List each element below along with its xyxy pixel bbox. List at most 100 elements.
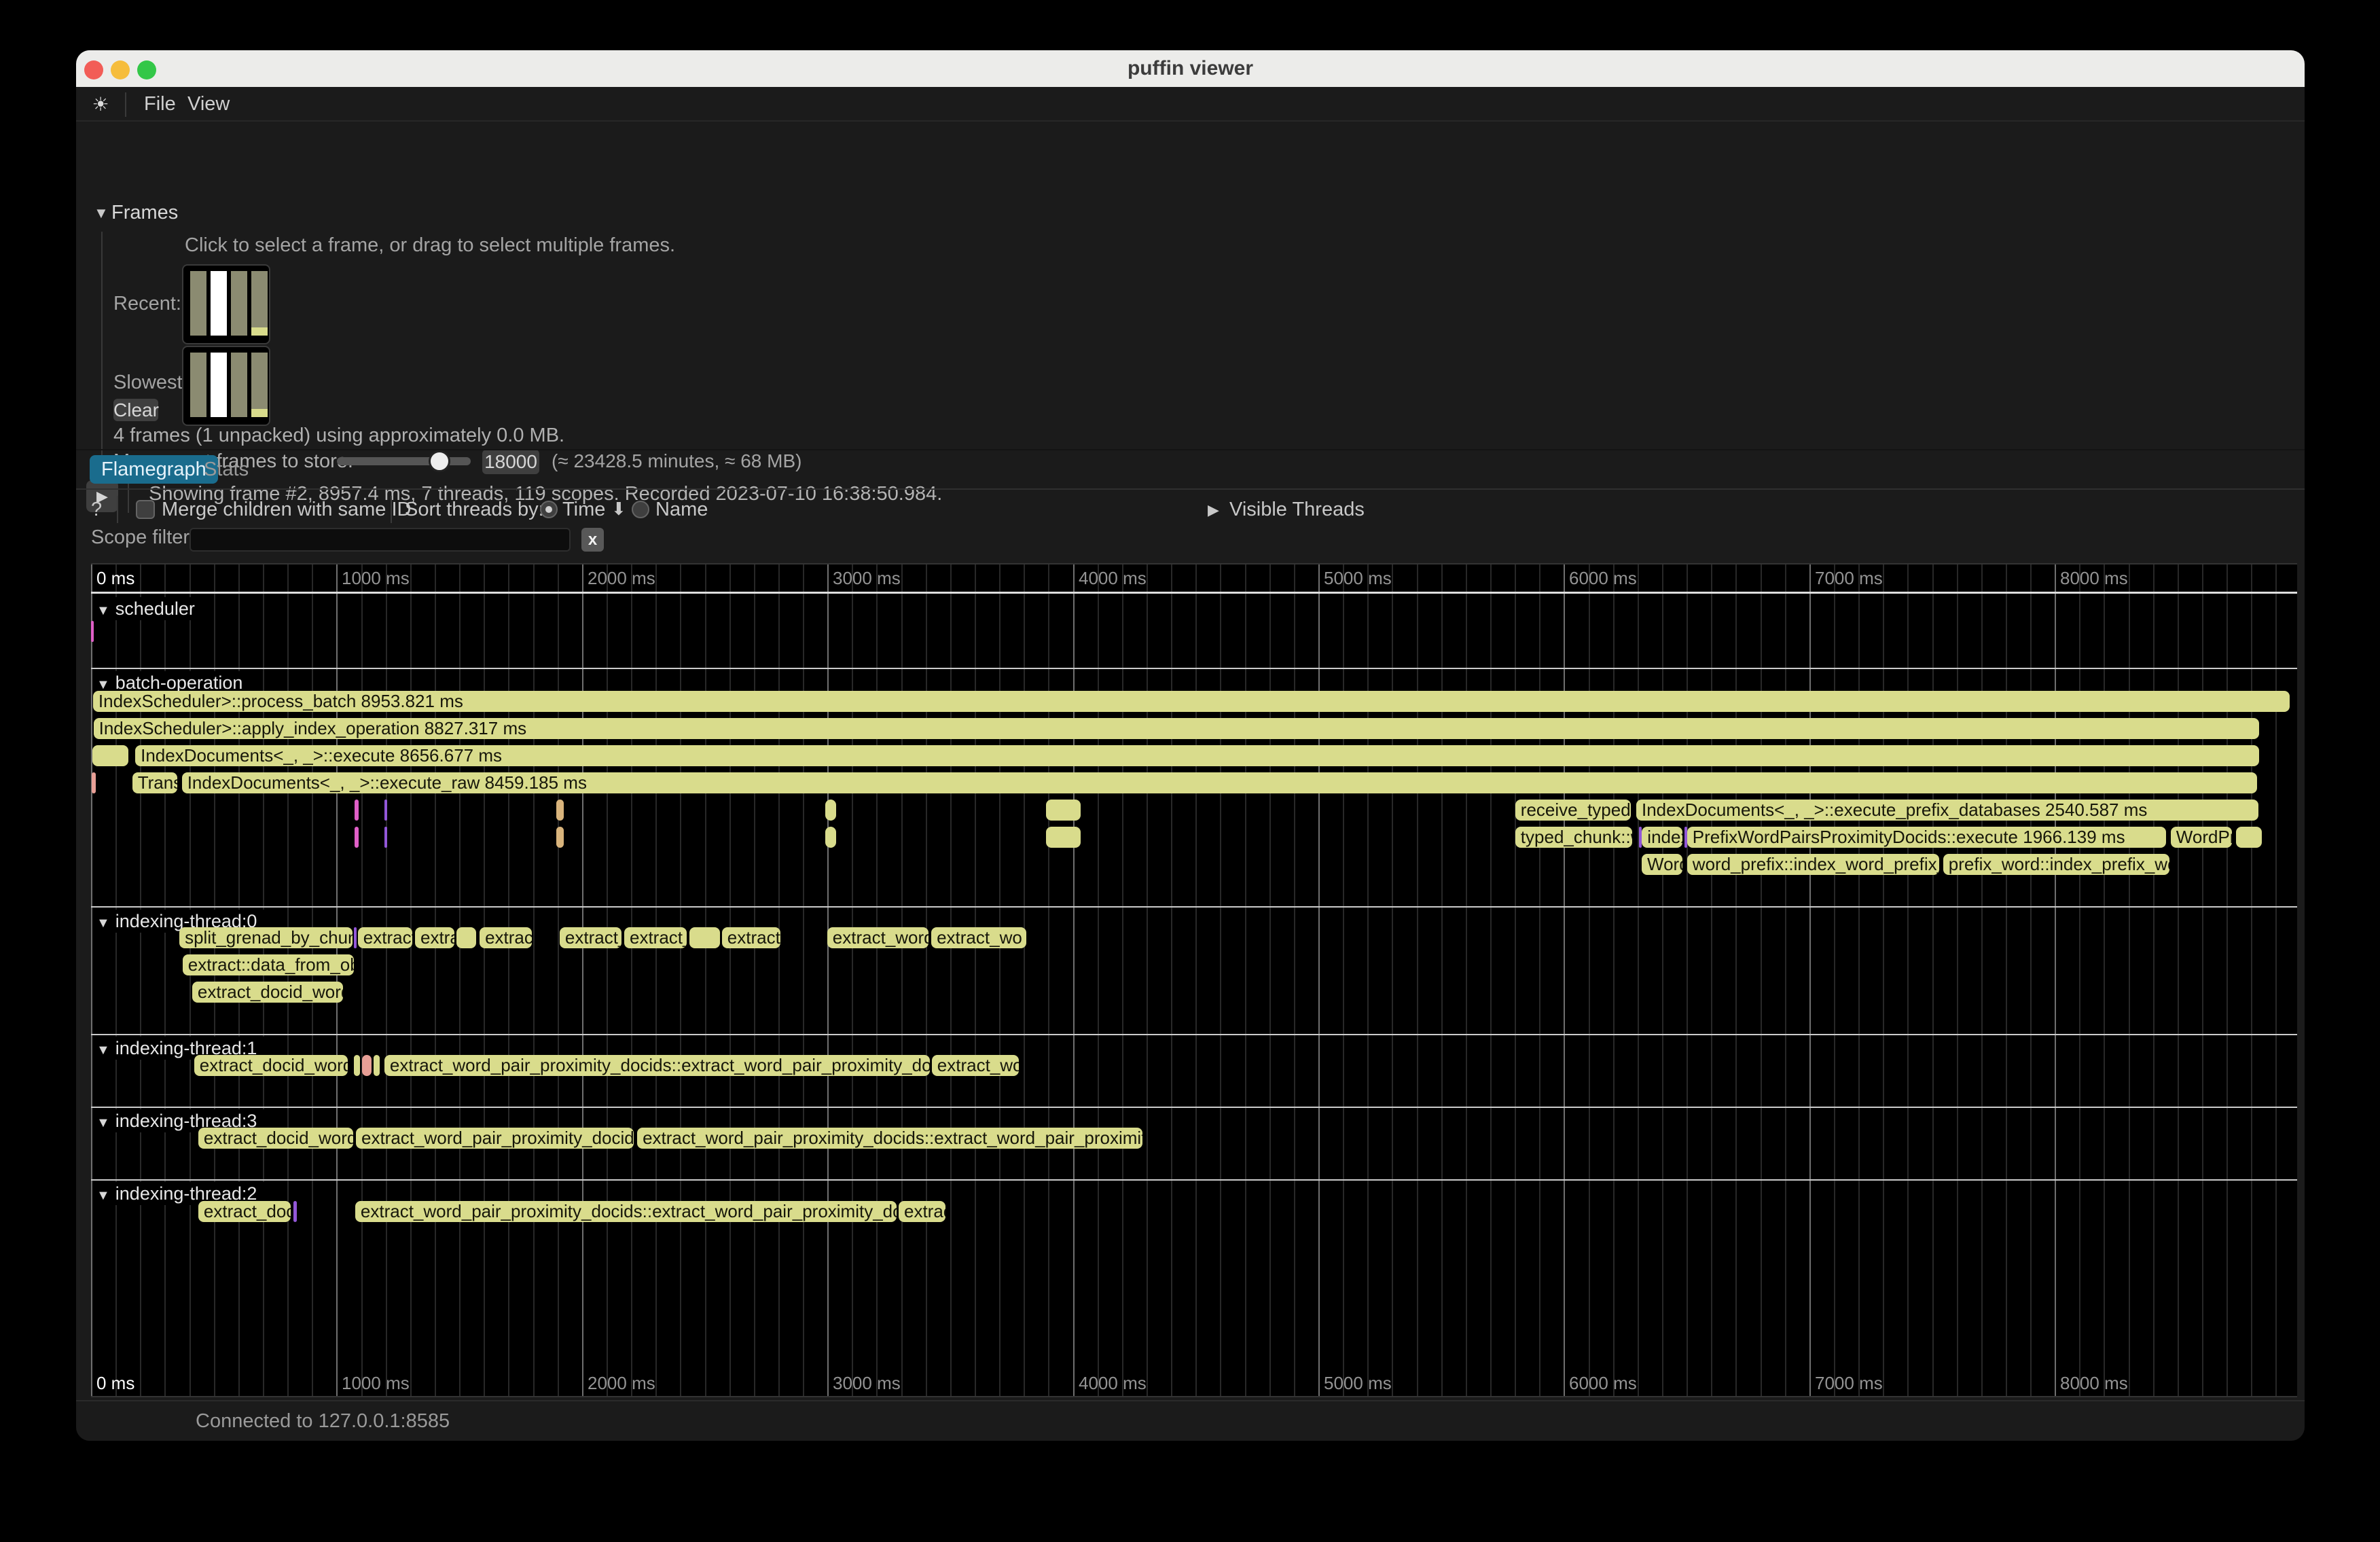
frame-bar[interactable]: [231, 271, 247, 336]
help-button[interactable]: ?: [91, 499, 102, 521]
thread-header[interactable]: ▼scheduler: [94, 597, 204, 620]
frame-bar-selected[interactable]: [211, 271, 227, 336]
frame-bar[interactable]: [231, 353, 247, 417]
scope-bar[interactable]: [362, 1055, 372, 1076]
scope-bar[interactable]: PrefixWordPairsProximityDocids::execute …: [1687, 827, 2167, 848]
sort-direction-arrow-icon[interactable]: ⬇: [611, 499, 626, 520]
axis-tick-label: 3000 ms: [833, 1373, 901, 1394]
scope-bar[interactable]: [1684, 827, 1687, 848]
scope-bar[interactable]: [384, 800, 387, 821]
flamegraph-canvas[interactable]: 0 ms0 ms1000 ms1000 ms2000 ms2000 ms3000…: [91, 563, 2297, 1397]
recent-frames-thumbnail[interactable]: [182, 264, 270, 344]
scope-filter-input[interactable]: [190, 528, 571, 552]
scope-bar[interactable]: index: [1642, 827, 1682, 848]
scope-bar[interactable]: IndexDocuments<_, _>::execute_raw 8459.1…: [182, 772, 2257, 793]
scope-bar[interactable]: extrac: [480, 927, 532, 948]
frames-section-label[interactable]: Frames: [111, 202, 178, 224]
scope-bar[interactable]: extract_word_pair_proximity_docids::extr…: [637, 1128, 1142, 1149]
scope-bar[interactable]: extract_word_pair_proximity_docids: [356, 1128, 634, 1149]
scope-filter-clear-button[interactable]: x: [581, 528, 604, 552]
scope-bar[interactable]: [825, 827, 836, 848]
scope-bar[interactable]: extract_: [624, 927, 687, 948]
scope-bar[interactable]: IndexScheduler>::process_batch 8953.821 …: [93, 691, 2290, 712]
scope-bar[interactable]: extract_: [560, 927, 621, 948]
divider: [128, 481, 129, 513]
scope-bar[interactable]: [384, 827, 387, 848]
merge-children-checkbox[interactable]: [136, 500, 155, 519]
collapse-triangle-icon[interactable]: ▼: [96, 1115, 110, 1130]
scope-bar[interactable]: extract_docid_word: [192, 982, 343, 1003]
scope-bar[interactable]: extract_wo: [931, 927, 1026, 948]
scope-bar[interactable]: [556, 800, 564, 821]
scope-bar[interactable]: prefix_word::index_prefix_wo: [1943, 854, 2169, 875]
scope-bar[interactable]: IndexDocuments<_, _>::execute 8656.677 m…: [135, 745, 2259, 766]
sort-name-radio[interactable]: [632, 501, 649, 518]
sort-time-label[interactable]: Time: [562, 499, 605, 521]
scope-bar[interactable]: [293, 1201, 297, 1222]
scope-bar[interactable]: extra: [415, 927, 454, 948]
frame-bar[interactable]: [251, 353, 268, 417]
scope-bar[interactable]: [355, 827, 359, 848]
clear-button[interactable]: Clear: [113, 399, 158, 421]
scope-bar[interactable]: [556, 827, 564, 848]
scope-bar[interactable]: [456, 927, 476, 948]
frame-bar[interactable]: [190, 271, 206, 336]
tab-stats[interactable]: Stats: [204, 455, 249, 484]
visible-threads-triangle-icon[interactable]: ▶: [1208, 501, 1219, 519]
scope-bar[interactable]: [354, 1055, 360, 1076]
slider-knob[interactable]: [429, 450, 450, 472]
scope-bar[interactable]: WordPr: [2171, 827, 2232, 848]
scope-bar[interactable]: [92, 772, 96, 793]
scope-bar[interactable]: [91, 621, 94, 642]
scope-bar[interactable]: extract_word: [827, 927, 928, 948]
tab-flamegraph[interactable]: Flamegraph: [90, 455, 218, 484]
max-frames-value[interactable]: 18000: [482, 450, 539, 474]
visible-threads-label[interactable]: Visible Threads: [1229, 499, 1365, 521]
scope-bar[interactable]: receive_typed_: [1515, 800, 1631, 821]
scope-bar[interactable]: extract_docid_word: [194, 1055, 348, 1076]
scope-bar[interactable]: [374, 1055, 380, 1076]
sort-name-label[interactable]: Name: [655, 499, 708, 521]
max-frames-slider[interactable]: [337, 457, 471, 465]
gridline: [1662, 564, 1663, 1397]
scope-bar[interactable]: extract_word_pair_proximity_docids::extr…: [355, 1201, 897, 1222]
scope-bar[interactable]: extract_docid_word: [198, 1128, 353, 1149]
scope-bar[interactable]: IndexScheduler>::apply_index_operation 8…: [94, 718, 2259, 739]
merge-checkbox-label[interactable]: Merge children with same ID: [162, 499, 411, 521]
scope-bar[interactable]: [825, 800, 836, 821]
menu-view[interactable]: View: [187, 87, 230, 122]
collapse-triangle-icon[interactable]: ▼: [96, 1043, 110, 1058]
scope-bar[interactable]: [355, 800, 359, 821]
scope-bar[interactable]: extract::data_from_ob: [183, 954, 354, 975]
scope-bar[interactable]: extract: [722, 927, 780, 948]
frame-bar[interactable]: [190, 353, 206, 417]
scope-bar[interactable]: Trans: [132, 772, 178, 793]
scope-bar[interactable]: [689, 927, 720, 948]
scope-bar[interactable]: [1046, 800, 1081, 821]
scope-bar[interactable]: extract: [358, 927, 412, 948]
frame-bar-selected[interactable]: [211, 353, 227, 417]
scope-bar[interactable]: Word: [1642, 854, 1682, 875]
scope-bar[interactable]: [2236, 827, 2262, 848]
theme-toggle-sun-icon[interactable]: ☀: [86, 87, 115, 122]
collapse-triangle-icon[interactable]: ▼: [96, 916, 110, 931]
slowest-frames-thumbnail[interactable]: [182, 346, 270, 426]
scope-bar[interactable]: extract_wo: [932, 1055, 1019, 1076]
collapse-triangle-icon[interactable]: ▼: [94, 204, 109, 222]
scope-bar[interactable]: extract_word_pair_proximity_docids::extr…: [384, 1055, 930, 1076]
frame-bar[interactable]: [251, 271, 268, 336]
scope-bar[interactable]: extract_doc: [198, 1201, 291, 1222]
scope-bar[interactable]: [1046, 827, 1081, 848]
scope-bar[interactable]: word_prefix::index_word_prefix_: [1687, 854, 1939, 875]
scope-bar[interactable]: [92, 745, 128, 766]
collapse-triangle-icon[interactable]: ▼: [96, 603, 110, 618]
scope-bar[interactable]: [354, 927, 357, 948]
collapse-triangle-icon[interactable]: ▼: [96, 1188, 110, 1203]
scope-bar[interactable]: extrac: [899, 1201, 945, 1222]
scope-bar[interactable]: split_grenad_by_chun: [179, 927, 353, 948]
menu-file[interactable]: File: [144, 87, 176, 122]
scope-bar[interactable]: typed_chunk::w: [1515, 827, 1632, 848]
sort-time-radio[interactable]: [540, 501, 558, 518]
collapse-triangle-icon[interactable]: ▼: [96, 677, 110, 692]
scope-bar[interactable]: IndexDocuments<_, _>::execute_prefix_dat…: [1636, 800, 2258, 821]
